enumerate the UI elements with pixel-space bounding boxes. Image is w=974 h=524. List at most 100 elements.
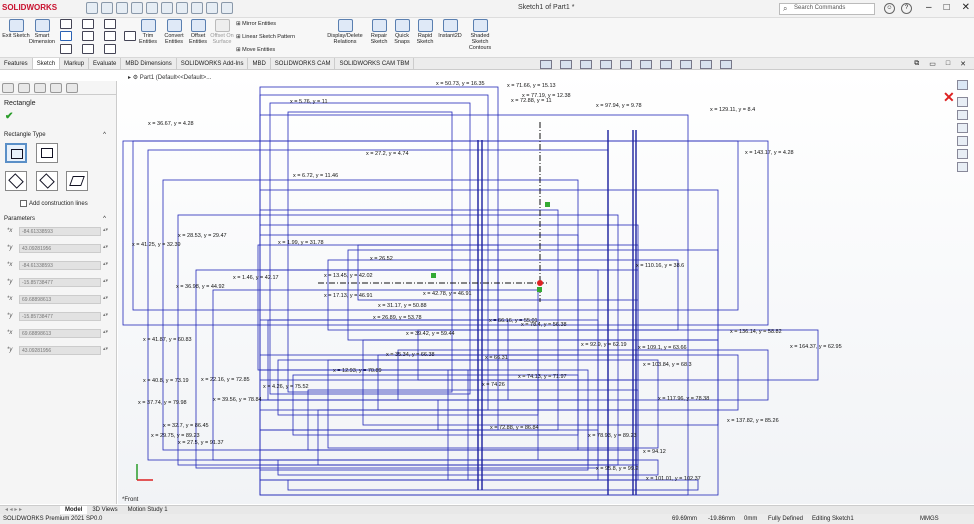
tab-cam-tbm[interactable]: SOLIDWORKS CAM TBM bbox=[335, 58, 415, 69]
spinner-icon[interactable]: ▴▾ bbox=[103, 312, 108, 318]
spinner-icon[interactable]: ▴▾ bbox=[103, 244, 108, 250]
restore-viewport-icon[interactable]: ▭ bbox=[929, 60, 936, 68]
search-commands-input[interactable]: ⌕ Search Commands bbox=[779, 3, 875, 15]
print-icon[interactable] bbox=[146, 2, 158, 14]
feature-tree-flyout[interactable]: ▸ ⚙ Part1 (Default<<Default>... bbox=[128, 74, 211, 81]
add-construction-lines-checkbox[interactable]: Add construction lines bbox=[20, 200, 88, 207]
sketch-rectangle[interactable] bbox=[259, 369, 589, 471]
tab-motion-study[interactable]: Motion Study 1 bbox=[123, 506, 173, 514]
three-point-center-button[interactable] bbox=[36, 171, 58, 191]
rectangle-type-header[interactable]: Rectangle Type ^ bbox=[4, 132, 112, 138]
tab-scroll-arrows[interactable]: ◂ ◂ ▸ ▸ bbox=[0, 506, 60, 514]
file-explorer-icon[interactable] bbox=[957, 123, 968, 133]
parameters-header[interactable]: Parameters ^ bbox=[4, 216, 112, 222]
custom-properties-icon[interactable] bbox=[957, 162, 968, 172]
property-manager-tab-icon[interactable] bbox=[18, 83, 30, 93]
parameter-field[interactable]: -15.85738477 bbox=[19, 312, 101, 321]
rectangle-icon[interactable] bbox=[60, 31, 72, 41]
spinner-icon[interactable]: ▴▾ bbox=[103, 278, 108, 284]
appearances-icon[interactable] bbox=[957, 149, 968, 159]
graphics-area[interactable]: x = 50.73, y = 16.35 x = 71.66, y = 15.13… bbox=[118, 70, 974, 504]
sketch-rectangle[interactable] bbox=[307, 389, 639, 451]
sketch-rectangle[interactable] bbox=[259, 224, 639, 381]
tile-icon[interactable]: ⧉ bbox=[914, 60, 919, 68]
tab-3d-views[interactable]: 3D Views bbox=[87, 506, 122, 514]
tab-mbd[interactable]: MBD bbox=[248, 58, 271, 69]
maximize-button[interactable]: □ bbox=[944, 2, 950, 13]
relation-marker[interactable] bbox=[537, 287, 542, 292]
display-manager-tab-icon[interactable] bbox=[66, 83, 78, 93]
new-document-icon[interactable] bbox=[101, 2, 113, 14]
tab-markup[interactable]: Markup bbox=[60, 58, 90, 69]
arc-icon[interactable] bbox=[82, 31, 94, 41]
select-icon[interactable] bbox=[176, 2, 188, 14]
home-icon[interactable] bbox=[86, 2, 98, 14]
sketch-rectangle[interactable] bbox=[259, 449, 639, 461]
spinner-icon[interactable]: ▴▾ bbox=[103, 346, 108, 352]
tab-addins[interactable]: SOLIDWORKS Add-Ins bbox=[177, 58, 249, 69]
configuration-manager-tab-icon[interactable] bbox=[34, 83, 46, 93]
line-icon[interactable] bbox=[60, 19, 72, 29]
parallelogram-button[interactable] bbox=[66, 171, 88, 191]
options-icon[interactable] bbox=[221, 2, 233, 14]
corner-rectangle-button[interactable] bbox=[5, 143, 27, 163]
instant2d-button[interactable]: Instant2D bbox=[435, 19, 465, 39]
maximize-viewport-icon[interactable]: □ bbox=[946, 60, 950, 68]
spinner-icon[interactable]: ▴▾ bbox=[103, 329, 108, 335]
spinner-icon[interactable]: ▴▾ bbox=[103, 261, 108, 267]
display-delete-relations-button[interactable]: Display/Delete Relations bbox=[325, 19, 365, 45]
sketch-canvas[interactable]: x = 50.73, y = 16.35 x = 71.66, y = 15.13… bbox=[118, 70, 974, 504]
home-task-pane-icon[interactable] bbox=[957, 80, 968, 90]
parameter-field[interactable]: 43.09281956 bbox=[19, 346, 101, 355]
parameter-field[interactable]: -84.61338593 bbox=[19, 261, 101, 270]
view-palette-icon[interactable] bbox=[957, 136, 968, 146]
close-button[interactable]: ✕ bbox=[962, 2, 970, 13]
parameter-field[interactable]: -84.61338593 bbox=[19, 227, 101, 236]
sketch-rectangle[interactable] bbox=[162, 179, 579, 451]
relation-marker[interactable] bbox=[431, 273, 436, 278]
zoom-area-icon[interactable] bbox=[560, 60, 572, 69]
file-properties-icon[interactable] bbox=[206, 2, 218, 14]
spinner-icon[interactable]: ▴▾ bbox=[103, 295, 108, 301]
dim-xpert-tab-icon[interactable] bbox=[50, 83, 62, 93]
spline-icon[interactable] bbox=[104, 19, 116, 29]
design-library-icon[interactable] bbox=[957, 110, 968, 120]
parameter-field[interactable]: -15.85738477 bbox=[19, 278, 101, 287]
save-icon[interactable] bbox=[131, 2, 143, 14]
undo-icon[interactable] bbox=[161, 2, 173, 14]
zoom-to-fit-icon[interactable] bbox=[540, 60, 552, 69]
view-settings-icon[interactable] bbox=[720, 60, 732, 69]
relation-marker[interactable] bbox=[545, 202, 550, 207]
section-view-icon[interactable] bbox=[600, 60, 612, 69]
sketch-rectangle[interactable] bbox=[259, 94, 489, 411]
slot-icon[interactable] bbox=[60, 44, 72, 54]
tab-evaluate[interactable]: Evaluate bbox=[89, 58, 122, 69]
minimize-button[interactable]: – bbox=[926, 2, 932, 13]
smart-dimension-button[interactable]: Smart Dimension bbox=[27, 19, 57, 45]
mirror-entities-button[interactable]: ⊞ Mirror Entities bbox=[236, 21, 276, 27]
sketch-rectangle[interactable] bbox=[259, 429, 599, 461]
units-selector[interactable]: MMGS bbox=[920, 514, 939, 524]
scene-icon[interactable] bbox=[700, 60, 712, 69]
resources-icon[interactable] bbox=[957, 97, 968, 107]
appearance-icon[interactable] bbox=[680, 60, 692, 69]
hide-show-icon[interactable] bbox=[660, 60, 672, 69]
tab-features[interactable]: Features bbox=[0, 58, 33, 69]
cancel-sketch-icon[interactable]: ✕ bbox=[943, 89, 955, 106]
open-icon[interactable] bbox=[116, 2, 128, 14]
rebuild-icon[interactable] bbox=[191, 2, 203, 14]
help-icon[interactable]: ? bbox=[901, 3, 912, 14]
origin-point[interactable] bbox=[537, 280, 543, 286]
text-icon[interactable] bbox=[104, 31, 116, 41]
circle-icon[interactable] bbox=[82, 19, 94, 29]
parameter-field[interactable]: 69.68898613 bbox=[19, 329, 101, 338]
shaded-sketch-contours-button[interactable]: Shaded Sketch Contours bbox=[463, 19, 497, 51]
feature-manager-tab-icon[interactable] bbox=[2, 83, 14, 93]
close-viewport-icon[interactable]: ✕ bbox=[960, 60, 966, 68]
display-style-icon[interactable] bbox=[640, 60, 652, 69]
user-icon[interactable]: ☺ bbox=[884, 3, 895, 14]
tab-cam[interactable]: SOLIDWORKS CAM bbox=[271, 58, 336, 69]
view-orientation-icon[interactable] bbox=[620, 60, 632, 69]
parameter-field[interactable]: 43.09281956 bbox=[19, 244, 101, 253]
move-entities-button[interactable]: ⊞ Move Entities bbox=[236, 47, 275, 53]
